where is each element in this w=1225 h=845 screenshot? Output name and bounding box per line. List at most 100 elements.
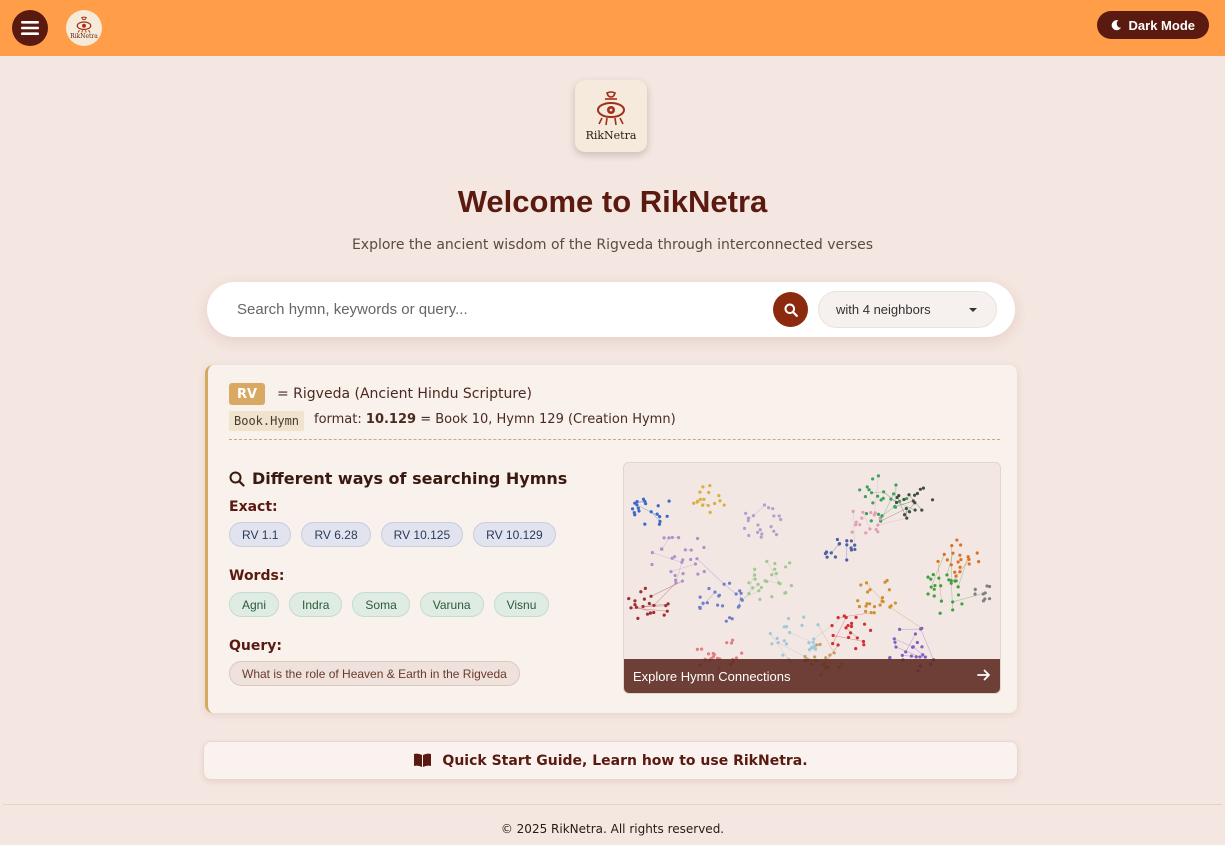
graph-edge [748, 504, 765, 521]
graph-node [955, 538, 959, 542]
graph-node [831, 633, 835, 638]
quick-start-guide-button[interactable]: Quick Start Guide, Learn how to use RikN… [203, 741, 1018, 780]
graph-node [698, 595, 702, 599]
graph-node [892, 492, 896, 496]
graph-edge [817, 624, 835, 654]
graph-node [889, 497, 893, 501]
graph-edge [950, 545, 953, 581]
graph-node [913, 501, 917, 505]
graph-node [929, 577, 933, 581]
exact-chip[interactable]: RV 1.1 [229, 522, 292, 547]
search-input[interactable] [237, 292, 757, 326]
graph-node [708, 510, 712, 514]
graph-node [729, 641, 734, 645]
graph-node [871, 501, 875, 505]
graph-node [862, 643, 866, 647]
word-chip[interactable]: Agni [229, 592, 280, 617]
graph-edge [905, 633, 916, 653]
graph-node [898, 499, 902, 503]
explore-connections-label: Explore Hymn Connections [633, 668, 791, 684]
word-chip[interactable]: Visnu [493, 592, 550, 617]
graph-node [859, 583, 863, 587]
graph-node [777, 514, 781, 518]
graph-node [863, 494, 868, 499]
graph-node [701, 485, 705, 489]
graph-node [939, 584, 943, 588]
graph-node [845, 543, 849, 547]
graph-node [800, 623, 804, 627]
graph-node [868, 588, 872, 592]
word-chip[interactable]: Indra [289, 592, 343, 617]
graph-node [746, 519, 750, 523]
graph-node [907, 493, 911, 497]
graph-node [722, 582, 726, 586]
graph-node [837, 541, 842, 546]
footer-divider [3, 804, 1222, 805]
graph-node [868, 527, 872, 531]
graph-node [782, 625, 786, 629]
graph-node [779, 517, 783, 522]
word-chip[interactable]: Soma [352, 592, 410, 617]
graph-node [695, 647, 699, 651]
graph-node [818, 642, 822, 647]
graph-node [771, 507, 775, 511]
graph-edge [831, 543, 840, 554]
word-chip[interactable]: Varuna [419, 592, 484, 617]
graph-node [857, 604, 862, 609]
graph-node [904, 650, 908, 654]
graph-node [702, 497, 706, 502]
word-examples: Agni Indra Soma Varuna Visnu [229, 592, 550, 617]
book-example: 10.129 [365, 412, 417, 427]
graph-node [811, 640, 815, 645]
graph-node [959, 558, 963, 562]
dark-mode-button[interactable]: Dark Mode [1096, 11, 1209, 39]
graph-node [862, 622, 867, 626]
graph-node [633, 513, 637, 517]
graph-node [872, 513, 876, 517]
graph-node [772, 514, 776, 518]
graph-node [855, 636, 859, 640]
book-format-prefix: format: [314, 412, 362, 427]
menu-button[interactable] [12, 10, 48, 46]
graph-node [868, 628, 873, 632]
exact-chip[interactable]: RV 10.125 [380, 522, 464, 547]
graph-node [907, 510, 912, 514]
nav-logo[interactable]: RikNetra [66, 10, 102, 46]
neighbors-select[interactable]: with 4 neighbors [818, 291, 997, 328]
graph-edge [930, 554, 945, 588]
graph-node [878, 517, 882, 521]
graph-node [725, 641, 729, 645]
graph-node [983, 597, 987, 601]
exact-chip[interactable]: RV 10.129 [473, 522, 556, 547]
graph-node [956, 585, 960, 589]
hymn-graph-preview[interactable]: Explore Hymn Connections [623, 462, 1001, 694]
graph-node [670, 556, 674, 560]
graph-edge [653, 582, 677, 606]
graph-edge [950, 580, 953, 610]
graph-node [967, 557, 971, 562]
query-examples: What is the role of Heaven & Earth in th… [229, 661, 520, 686]
exact-chip[interactable]: RV 6.28 [301, 522, 371, 547]
graph-node [756, 523, 760, 527]
graph-node [783, 591, 787, 595]
graph-node [954, 574, 958, 578]
graph-node [648, 611, 653, 615]
graph-node [865, 590, 870, 594]
graph-node [876, 512, 881, 516]
graph-node [758, 528, 762, 532]
graph-node [753, 567, 757, 571]
graph-node [869, 519, 873, 523]
graph-node [932, 587, 936, 591]
graph-node [846, 623, 850, 628]
graph-node [895, 495, 899, 500]
graph-node [781, 653, 785, 657]
graph-node [744, 511, 748, 515]
explore-connections-bar[interactable]: Explore Hymn Connections [624, 659, 1000, 693]
graph-node [956, 560, 960, 564]
book-example-desc: = Book 10, Hymn 129 (Creation Hymn) [420, 412, 676, 427]
graph-node [770, 642, 774, 646]
search-button[interactable] [773, 292, 808, 327]
graph-node [861, 510, 865, 514]
query-chip[interactable]: What is the role of Heaven & Earth in th… [229, 661, 520, 686]
graph-node [637, 509, 641, 513]
